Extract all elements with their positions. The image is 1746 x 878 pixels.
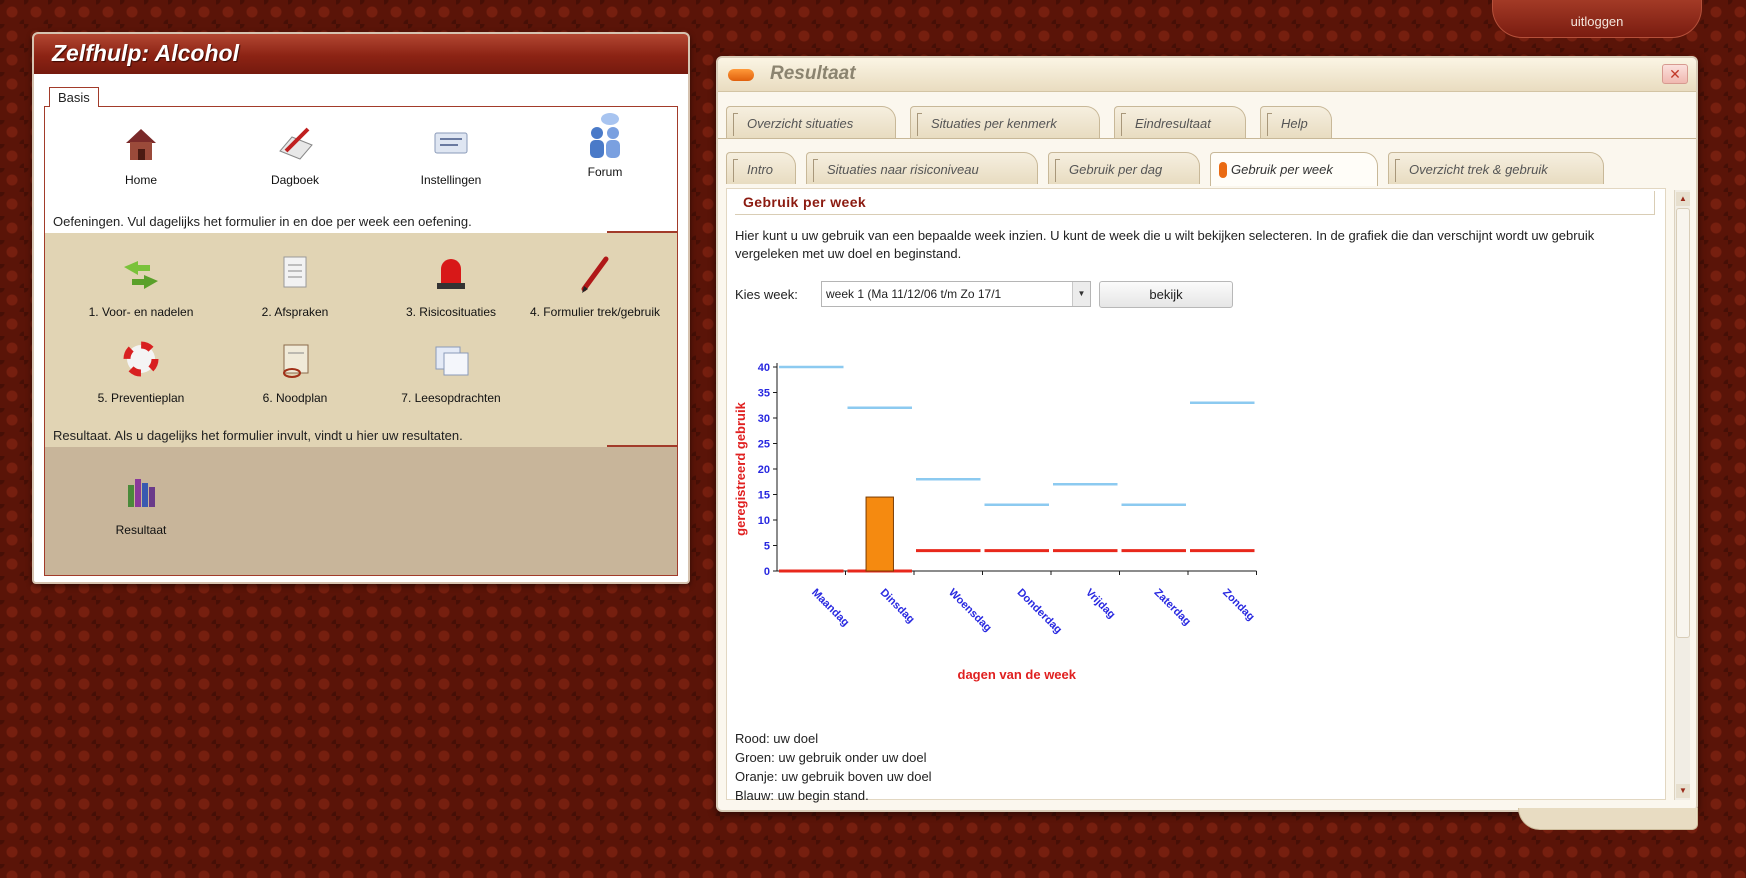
formulier-trek-gebruik-button[interactable]: 4. Formulier trek/gebruik (515, 253, 675, 319)
chevron-down-icon[interactable]: ▼ (1072, 282, 1090, 306)
legend-item-groen: Groen: uw gebruik onder uw doel (735, 750, 927, 765)
siren-icon (437, 259, 465, 289)
week-select[interactable]: week 1 (Ma 11/12/06 t/m Zo 17/1 ▼ (821, 281, 1091, 307)
leesopdrachten-button[interactable]: 7. Leesopdrachten (371, 339, 531, 405)
chart-legend: Rood: uw doel Groen: uw gebruik onder uw… (735, 729, 932, 805)
x-tick-label: Donderdag (1015, 587, 1065, 637)
x-tick-label: Maandag (809, 587, 851, 629)
y-tick-label: 10 (758, 515, 770, 527)
minimize-pill-icon[interactable] (728, 69, 754, 81)
legend-item-oranje: Oranje: uw gebruik boven uw doel (735, 769, 932, 784)
tab-help[interactable]: Help (1260, 106, 1332, 138)
y-tick-label: 35 (758, 388, 770, 400)
x-tick-label: Vrijdag (1083, 587, 1117, 621)
preventieplan-button[interactable]: 5. Preventieplan (61, 339, 221, 405)
afspraken-button[interactable]: 2. Afspraken (215, 253, 375, 319)
instellingen-button[interactable]: Instellingen (371, 121, 531, 187)
legend-item-blauw: Blauw: uw begin stand. (735, 788, 869, 803)
documents-icon (435, 346, 469, 376)
scroll-up-icon[interactable]: ▲ (1676, 192, 1690, 206)
x-tick-label: Zaterdag (1152, 587, 1193, 628)
forum-people-icon (590, 113, 620, 158)
tab-overzicht-situaties[interactable]: Overzicht situaties (726, 106, 896, 138)
arrows-icon (124, 261, 158, 289)
tab-intro[interactable]: Intro (726, 152, 796, 184)
y-tick-label: 15 (758, 490, 770, 502)
weekly-usage-chart: 0 5 10 15 20 25 30 35 40 Maandag Dinsdag Woensdag Do… (733, 362, 1257, 682)
x-tick-label: Zondag (1220, 587, 1257, 624)
tab-situaties-per-kenmerk[interactable]: Situaties per kenmerk (910, 106, 1100, 138)
scroll-down-icon[interactable]: ▼ (1676, 784, 1690, 798)
home-button[interactable]: Home (61, 121, 221, 187)
books-chart-icon (128, 479, 155, 507)
voor-en-nadelen-button[interactable]: 1. Voor- en nadelen (61, 253, 221, 319)
tab-overzicht-trek-gebruik[interactable]: Overzicht trek & gebruik (1388, 152, 1604, 184)
tab-gebruik-per-week[interactable]: Gebruik per week (1210, 152, 1378, 186)
panel-title: Zelfhulp: Alcohol (34, 34, 688, 74)
y-axis-title: geregistreerd gebruik (733, 401, 748, 535)
pen-icon (581, 256, 609, 293)
content-scrollbar[interactable]: ▲ ▼ (1674, 190, 1690, 800)
close-icon[interactable]: ✕ (1662, 64, 1688, 84)
basis-label: Basis (49, 87, 99, 107)
x-tick-label: Woensdag (946, 587, 994, 635)
house-icon (126, 129, 156, 160)
checklist-icon (283, 256, 307, 288)
diary-pen-icon (279, 127, 313, 160)
menu-panel: Zelfhulp: Alcohol Basis Home Dagboek Ins… (32, 32, 690, 584)
resultaat-window: Resultaat ✕ Overzicht situaties Situatie… (716, 56, 1698, 830)
forum-button[interactable]: Forum (525, 111, 685, 179)
resultaat-section: Resultaat. Als u dagelijks het formulier… (44, 425, 678, 576)
legend-item-rood: Rood: uw doel (735, 731, 819, 746)
tab-eindresultaat[interactable]: Eindresultaat (1114, 106, 1246, 138)
clipboard-icon (283, 344, 309, 378)
window-footer-tab (1518, 808, 1698, 830)
y-tick-label: 25 (758, 439, 770, 451)
tab-situaties-naar-risiconiveau[interactable]: Situaties naar risiconiveau (806, 152, 1038, 184)
y-tick-label: 30 (758, 413, 770, 425)
noodplan-button[interactable]: 6. Noodplan (215, 339, 375, 405)
logout-button[interactable]: uitloggen (1492, 0, 1702, 38)
y-tick-label: 40 (758, 362, 770, 374)
tab-gebruik-per-dag[interactable]: Gebruik per dag (1048, 152, 1200, 184)
y-tick-label: 0 (764, 566, 770, 578)
window-titlebar: Resultaat ✕ (718, 58, 1696, 92)
y-tick-label: 20 (758, 464, 770, 476)
bar-gebruik (865, 496, 894, 572)
content-heading: Gebruik per week (735, 191, 1655, 215)
window-title: Resultaat (770, 63, 856, 84)
x-tick-label: Dinsdag (878, 587, 917, 626)
dagboek-button[interactable]: Dagboek (215, 121, 375, 187)
intro-text: Hier kunt u uw gebruik van een bepaalde … (735, 228, 1595, 261)
bekijk-button[interactable]: bekijk (1099, 281, 1233, 308)
active-tab-marker-icon (1219, 162, 1227, 178)
tab-row-1-divider (718, 138, 1696, 139)
oefeningen-section: Oefeningen. Vul dagelijks het formulier … (44, 211, 678, 446)
y-tick-label: 5 (764, 541, 770, 553)
risicosituaties-button[interactable]: 3. Risicosituaties (371, 253, 531, 319)
x-axis-title: dagen van de week (958, 667, 1077, 682)
settings-icon (434, 132, 468, 154)
oefeningen-heading: Oefeningen. Vul dagelijks het formulier … (45, 211, 607, 233)
resultaat-heading: Resultaat. Als u dagelijks het formulier… (45, 425, 607, 447)
scroll-thumb[interactable] (1676, 208, 1690, 638)
lifebuoy-icon (123, 341, 159, 377)
content-area: Gebruik per week Hier kunt u uw gebruik … (726, 188, 1666, 803)
kies-week-label: Kies week: (735, 287, 798, 302)
resultaat-button[interactable]: Resultaat (61, 471, 221, 537)
